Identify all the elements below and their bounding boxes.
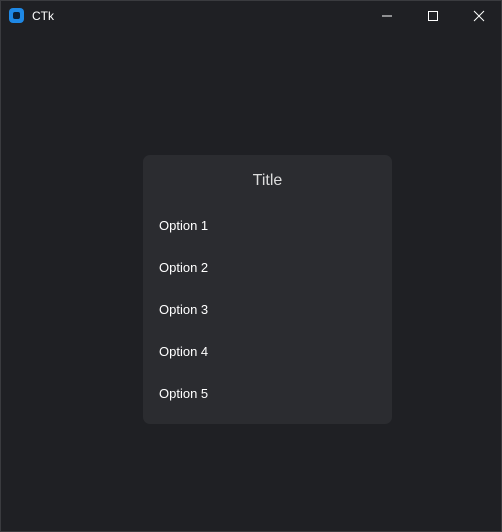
- option-item[interactable]: Option 4: [159, 344, 208, 359]
- close-icon: [473, 10, 485, 22]
- option-item[interactable]: Option 3: [159, 302, 208, 317]
- title-bar[interactable]: CTk: [1, 1, 501, 31]
- option-item[interactable]: Option 2: [159, 260, 208, 275]
- maximize-button[interactable]: [410, 1, 456, 31]
- app-window: CTk Title Option 1 Option 2 Option 3 Opt…: [0, 0, 502, 532]
- options-card: Title Option 1 Option 2 Option 3 Option …: [143, 155, 392, 424]
- minimize-icon: [382, 15, 392, 17]
- minimize-button[interactable]: [364, 1, 410, 31]
- card-title: Title: [252, 172, 283, 189]
- option-item[interactable]: Option 1: [159, 218, 208, 233]
- ctk-app-icon: [9, 8, 24, 23]
- option-item[interactable]: Option 5: [159, 386, 208, 401]
- maximize-icon: [428, 11, 438, 21]
- close-button[interactable]: [456, 1, 502, 31]
- window-title: CTk: [32, 9, 54, 23]
- window-content: Title Option 1 Option 2 Option 3 Option …: [1, 31, 501, 531]
